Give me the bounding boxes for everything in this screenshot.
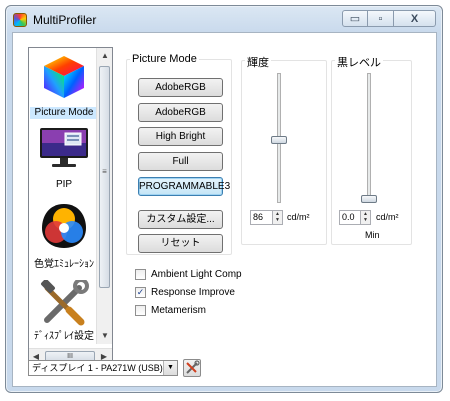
mode-button-high-bright[interactable]: High Bright (138, 127, 223, 146)
minimize-button[interactable]: ▭ (342, 10, 368, 27)
window-title: MultiProfiler (33, 13, 97, 27)
scroll-up-arrow[interactable]: ▲ (97, 48, 112, 64)
nav-item-label: 色覚ｴﾐｭﾚｰｼｮﾝ (34, 259, 94, 270)
category-list[interactable]: Picture Mode PIP 色覚ｴﾐｭﾚｰｼｮﾝ ﾃﾞｨｽﾌﾟﾚｲ設定 ▲… (28, 47, 113, 365)
display-select-value: ディスプレイ 1 - PA271W (USB) (32, 363, 163, 373)
mode-button-adobergb-2[interactable]: AdobeRGB (138, 103, 223, 122)
client-area: Picture Mode PIP 色覚ｴﾐｭﾚｰｼｮﾝ ﾃﾞｨｽﾌﾟﾚｲ設定 ▲… (12, 32, 437, 387)
black-level-unit: cd/m² (376, 212, 399, 222)
scroll-grip: ≡ (102, 167, 107, 176)
option-metamerism[interactable]: Metamerism (135, 303, 206, 317)
color-venn-icon (42, 204, 86, 248)
brightness-value-field[interactable]: 86 (250, 210, 273, 225)
monitor-icon (40, 128, 88, 167)
mode-button-adobergb-1[interactable]: AdobeRGB (138, 78, 223, 97)
option-ambient-light-comp[interactable]: Ambient Light Comp (135, 267, 242, 281)
black-level-value-field[interactable]: 0.0 (339, 210, 361, 225)
brightness-slider-thumb[interactable] (271, 136, 287, 144)
response-improve-checkbox[interactable]: ✓ (135, 286, 146, 298)
metamerism-label: Metamerism (151, 304, 207, 316)
ambient-light-checkbox[interactable] (135, 268, 146, 280)
nav-item-color-vision[interactable]: 色覚ｴﾐｭﾚｰｼｮﾝ (30, 202, 98, 274)
black-level-spinner[interactable]: ▲ ▼ (360, 210, 371, 225)
tools-icon (41, 280, 89, 326)
nav-item-label: Picture Mode (30, 107, 98, 119)
response-improve-label: Response Improve (151, 286, 235, 298)
scroll-thumb[interactable]: ≡ (99, 66, 110, 288)
app-window: MultiProfiler ▭ ▫ X Picture Mode PIP 色覚ｴ… (5, 5, 443, 393)
black-level-slider-track[interactable] (367, 73, 371, 203)
color-cube-icon (44, 56, 84, 98)
nav-item-display-settings[interactable]: ﾃﾞｨｽﾌﾟﾚｲ設定 (30, 280, 98, 352)
custom-settings-button[interactable]: カスタム設定... (138, 210, 223, 229)
title-bar[interactable]: MultiProfiler ▭ ▫ X (6, 6, 442, 32)
black-level-min-label: Min (365, 230, 380, 240)
nav-item-picture-mode[interactable]: Picture Mode (30, 52, 98, 124)
scroll-down-arrow[interactable]: ▼ (97, 328, 112, 344)
wrench-screwdriver-icon (186, 360, 200, 374)
mode-button-full[interactable]: Full (138, 152, 223, 171)
mode-button-programmable3[interactable]: PROGRAMMABLE3 (138, 177, 230, 196)
black-level-slider-thumb[interactable] (361, 195, 377, 203)
brightness-title: 輝度 (245, 54, 271, 70)
black-level-title: 黒レベル (335, 54, 383, 70)
metamerism-checkbox[interactable] (135, 304, 146, 316)
close-button[interactable]: X (394, 10, 436, 27)
option-response-improve[interactable]: ✓ Response Improve (135, 285, 235, 299)
brightness-unit: cd/m² (287, 212, 310, 222)
display-tools-button[interactable] (183, 359, 201, 377)
nav-item-pip[interactable]: PIP (30, 124, 98, 196)
reset-button[interactable]: リセット (138, 234, 223, 253)
maximize-button[interactable]: ▫ (368, 10, 394, 27)
picture-mode-title: Picture Mode (130, 53, 199, 65)
nav-item-label: PIP (55, 179, 73, 190)
multiprofiler-app-icon (13, 13, 27, 27)
brightness-spinner[interactable]: ▲ ▼ (272, 210, 283, 225)
display-select[interactable]: ディスプレイ 1 - PA271W (USB) ▼ (28, 360, 178, 376)
ambient-light-label: Ambient Light Comp (151, 268, 242, 280)
category-list-vscrollbar[interactable]: ▲ ≡ ▼ (96, 48, 112, 344)
caption-buttons: ▭ ▫ X (342, 10, 436, 27)
nav-item-label: ﾃﾞｨｽﾌﾟﾚｲ設定 (34, 331, 94, 342)
chevron-down-icon[interactable]: ▼ (163, 361, 177, 375)
